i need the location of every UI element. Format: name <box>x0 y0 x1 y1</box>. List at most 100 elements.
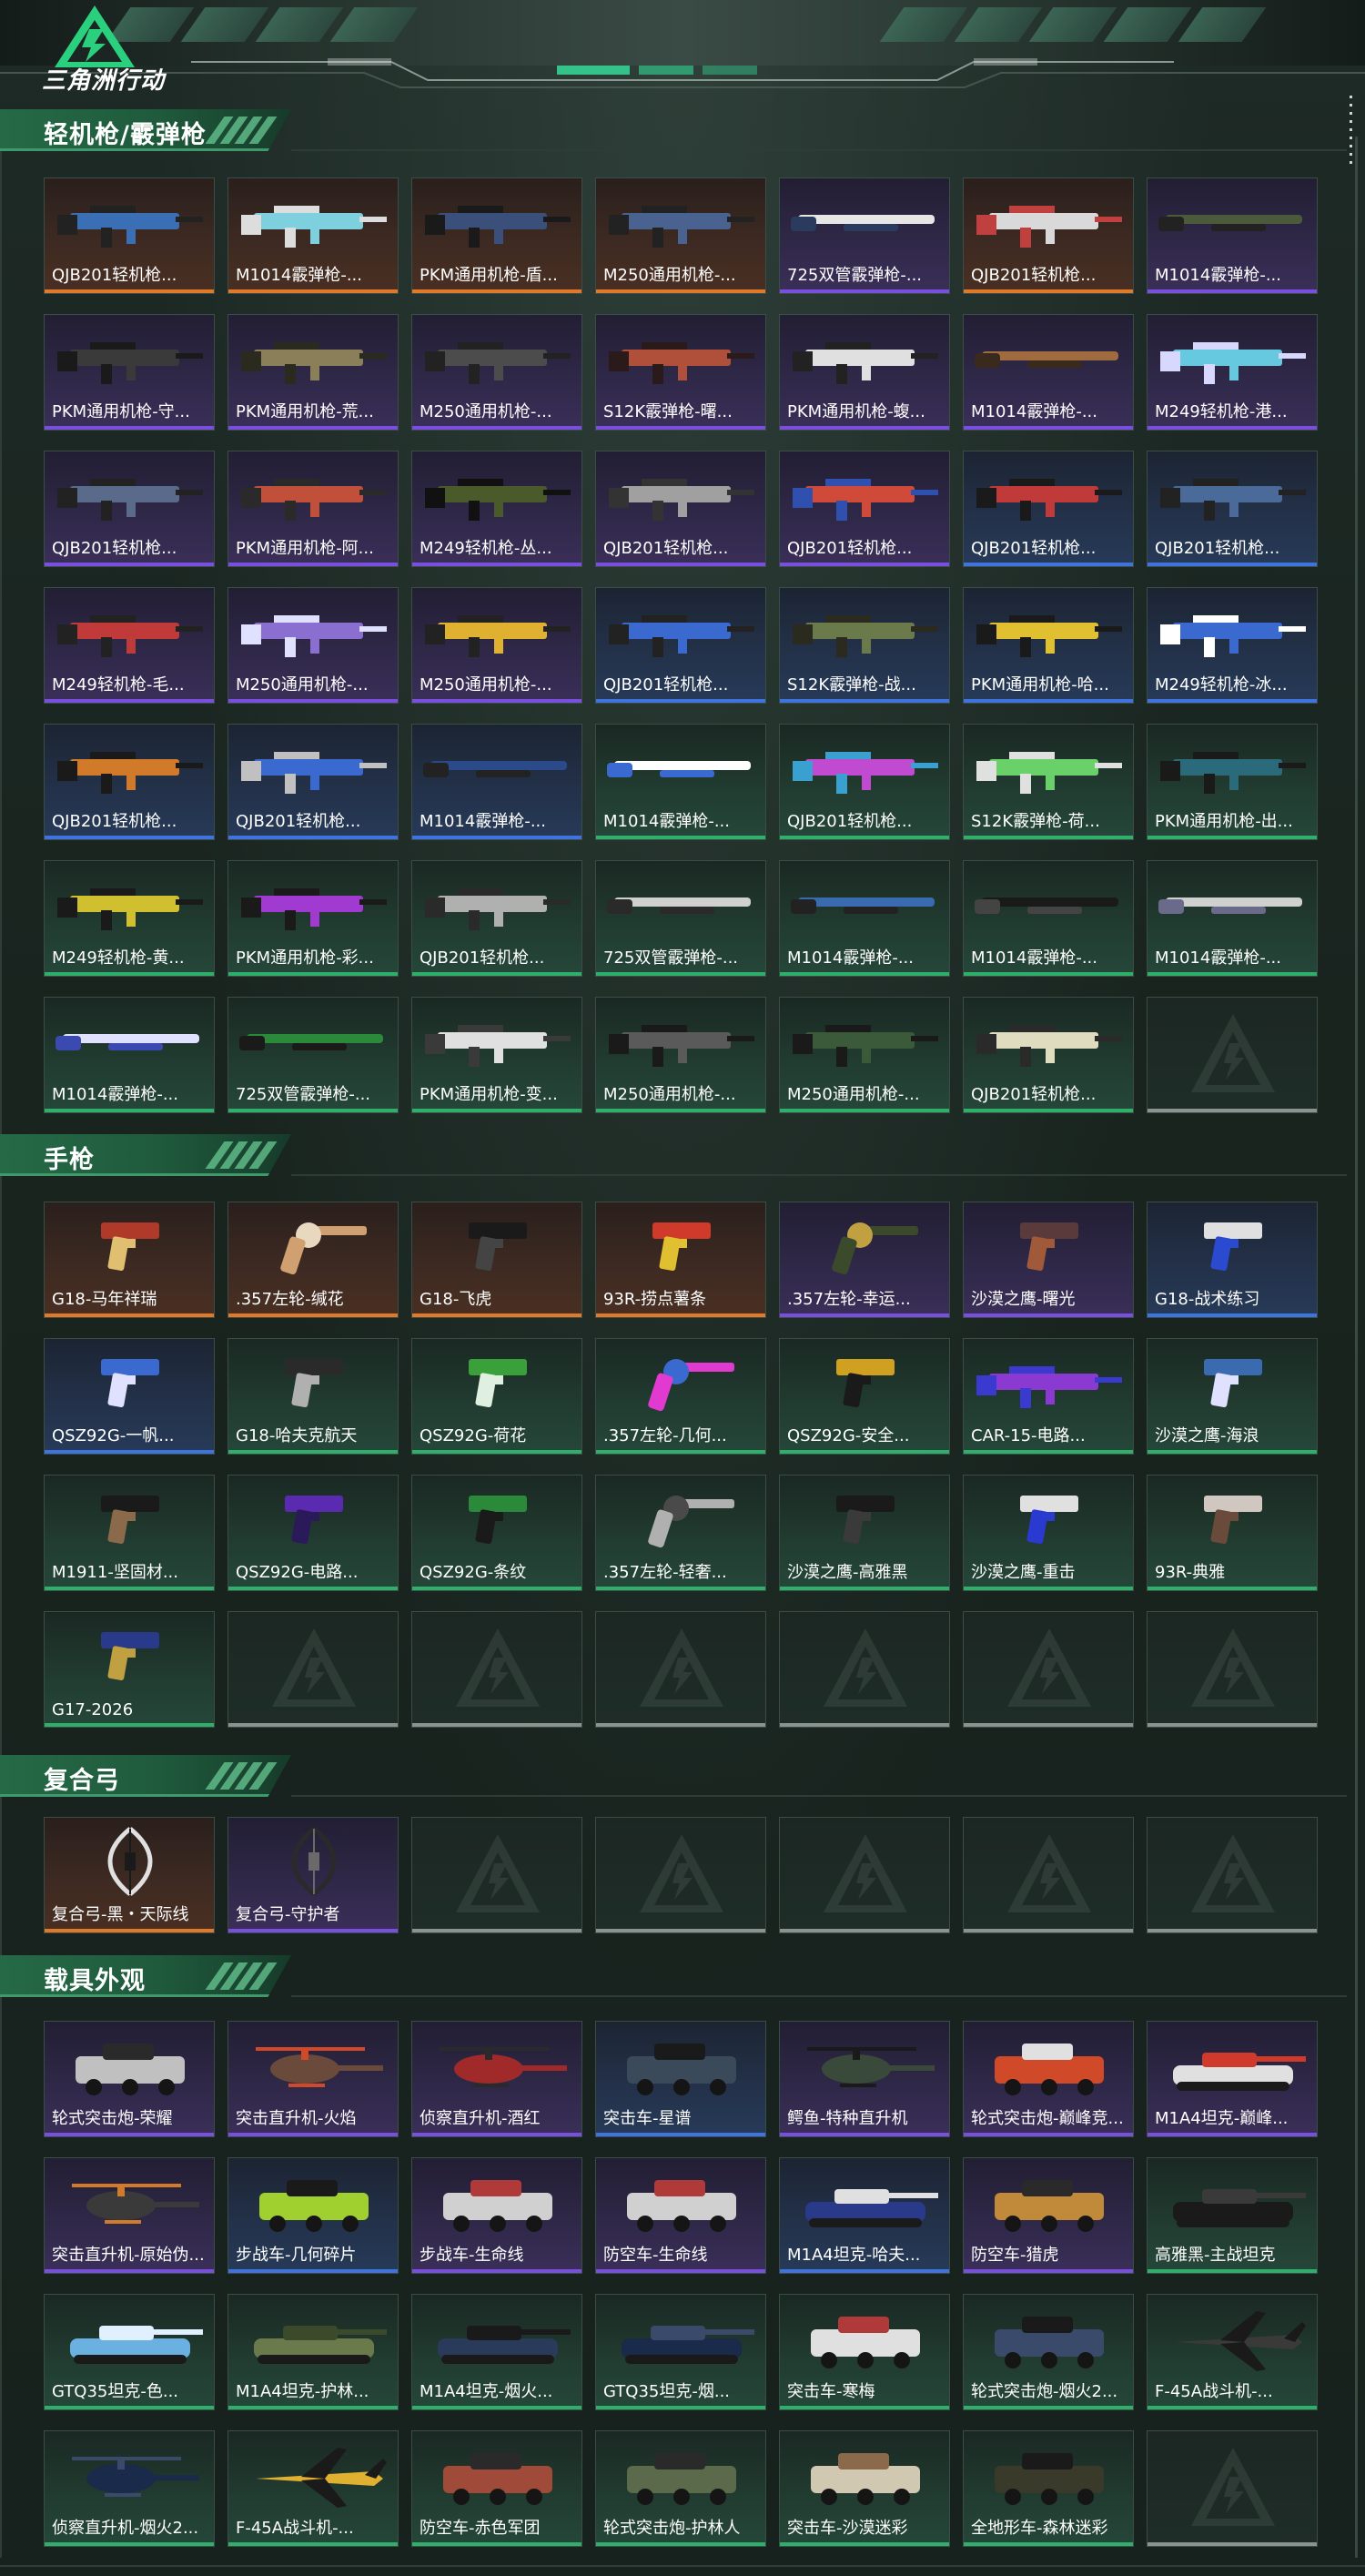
skin-card[interactable]: G18-哈夫克航天 <box>228 1338 399 1455</box>
skin-card[interactable]: 沙漠之鹰-重击 <box>963 1475 1134 1591</box>
skin-card[interactable]: .357左轮-几何... <box>595 1338 766 1455</box>
skin-card[interactable]: QJB201轻机枪... <box>963 177 1134 294</box>
skin-card[interactable]: QJB201轻机枪... <box>411 860 582 977</box>
skin-card[interactable]: 轮式突击炮-荣耀 <box>44 2021 215 2137</box>
skin-card[interactable]: .357左轮-幸运... <box>779 1202 950 1318</box>
skin-card[interactable]: QSZ92G-一帆... <box>44 1338 215 1455</box>
skin-card[interactable]: 全地形车-森林迷彩 <box>963 2430 1134 2547</box>
skin-card[interactable]: M1A4坦克-哈夫... <box>779 2157 950 2274</box>
skin-card[interactable]: S12K霰弹枪-荷... <box>963 724 1134 840</box>
skin-card[interactable]: 突击直升机-火焰 <box>228 2021 399 2137</box>
skin-card[interactable]: M249轻机枪-港... <box>1147 314 1318 431</box>
skin-card[interactable]: 突击车-沙漠迷彩 <box>779 2430 950 2547</box>
skin-card[interactable]: 侦察直升机-烟火2... <box>44 2430 215 2547</box>
scrollbar-indicator[interactable] <box>1347 96 1354 168</box>
skin-card[interactable]: CAR-15-电路... <box>963 1338 1134 1455</box>
skin-card[interactable]: M250通用机枪-... <box>595 997 766 1113</box>
skin-card[interactable]: S12K霰弹枪-曙... <box>595 314 766 431</box>
skin-card[interactable]: G18-战术练习 <box>1147 1202 1318 1318</box>
skin-card[interactable]: QSZ92G-安全... <box>779 1338 950 1455</box>
skin-card[interactable]: 93R-典雅 <box>1147 1475 1318 1591</box>
skin-card[interactable]: QJB201轻机枪... <box>779 451 950 567</box>
skin-card[interactable]: QJB201轻机枪... <box>595 587 766 704</box>
skin-card[interactable]: QSZ92G-荷花 <box>411 1338 582 1455</box>
skin-card[interactable]: M249轻机枪-丛... <box>411 451 582 567</box>
skin-card[interactable]: M250通用机枪-... <box>595 177 766 294</box>
skin-card[interactable]: QJB201轻机枪... <box>44 451 215 567</box>
skin-card[interactable]: 沙漠之鹰-曙光 <box>963 1202 1134 1318</box>
skin-card[interactable]: 725双管霰弹枪-... <box>779 177 950 294</box>
skin-card[interactable]: 沙漠之鹰-海浪 <box>1147 1338 1318 1455</box>
skin-card[interactable]: PKM通用机枪-变... <box>411 997 582 1113</box>
skin-card[interactable]: GTQ35坦克-色... <box>44 2294 215 2410</box>
skin-card[interactable]: QJB201轻机枪... <box>595 451 766 567</box>
skin-card[interactable]: 轮式突击炮-烟火2... <box>963 2294 1134 2410</box>
skin-card[interactable]: 突击车-寒梅 <box>779 2294 950 2410</box>
skin-card[interactable]: M249轻机枪-毛... <box>44 587 215 704</box>
skin-card[interactable]: QSZ92G-条纹 <box>411 1475 582 1591</box>
skin-card[interactable]: M250通用机枪-... <box>411 314 582 431</box>
skin-card[interactable]: 725双管霰弹枪-... <box>595 860 766 977</box>
skin-card[interactable]: QJB201轻机枪... <box>779 724 950 840</box>
skin-card[interactable]: F-45A战斗机-... <box>228 2430 399 2547</box>
skin-card[interactable]: G17-2026 <box>44 1611 215 1728</box>
skin-card[interactable]: M1A4坦克-烟火... <box>411 2294 582 2410</box>
skin-card[interactable]: QJB201轻机枪... <box>963 997 1134 1113</box>
skin-card[interactable]: PKM通用机枪-哈... <box>963 587 1134 704</box>
skin-card[interactable]: 725双管霰弹枪-... <box>228 997 399 1113</box>
skin-card[interactable]: PKM通用机枪-彩... <box>228 860 399 977</box>
skin-card[interactable]: QJB201轻机枪... <box>44 177 215 294</box>
skin-card[interactable]: PKM通用机枪-荒... <box>228 314 399 431</box>
skin-card[interactable]: 高雅黑-主战坦克 <box>1147 2157 1318 2274</box>
skin-card[interactable]: 复合弓-黑・天际线 <box>44 1817 215 1933</box>
skin-card[interactable]: F-45A战斗机-... <box>1147 2294 1318 2410</box>
skin-card[interactable]: M1014霰弹枪-... <box>228 177 399 294</box>
skin-card[interactable]: M249轻机枪-黄... <box>44 860 215 977</box>
skin-card[interactable]: QJB201轻机枪... <box>963 451 1134 567</box>
skin-card[interactable]: 防空车-赤色军团 <box>411 2430 582 2547</box>
skin-card[interactable]: QJB201轻机枪... <box>1147 451 1318 567</box>
skin-card[interactable]: M1014霰弹枪-... <box>595 724 766 840</box>
skin-card[interactable]: 侦察直升机-酒红 <box>411 2021 582 2137</box>
skin-card[interactable]: M250通用机枪-... <box>411 587 582 704</box>
skin-card[interactable]: G18-马年祥瑞 <box>44 1202 215 1318</box>
skin-card[interactable]: .357左轮-轻奢... <box>595 1475 766 1591</box>
skin-card[interactable]: 鳄鱼-特种直升机 <box>779 2021 950 2137</box>
skin-card[interactable]: 轮式突击炮-巅峰竞... <box>963 2021 1134 2137</box>
skin-card[interactable]: 复合弓-守护者 <box>228 1817 399 1933</box>
skin-card[interactable]: M1014霰弹枪-... <box>963 860 1134 977</box>
skin-card[interactable]: M1014霰弹枪-... <box>44 997 215 1113</box>
skin-card[interactable]: M1014霰弹枪-... <box>1147 860 1318 977</box>
skin-card[interactable]: M1911-坚固材... <box>44 1475 215 1591</box>
skin-card[interactable]: QJB201轻机枪... <box>228 724 399 840</box>
skin-card[interactable]: 步战车-生命线 <box>411 2157 582 2274</box>
skin-card[interactable]: 防空车-生命线 <box>595 2157 766 2274</box>
skin-card[interactable]: QSZ92G-电路... <box>228 1475 399 1591</box>
skin-card[interactable]: QJB201轻机枪... <box>44 724 215 840</box>
skin-card[interactable]: M249轻机枪-冰... <box>1147 587 1318 704</box>
skin-card[interactable]: G18-飞虎 <box>411 1202 582 1318</box>
skin-card[interactable]: .357左轮-缄花 <box>228 1202 399 1318</box>
skin-card[interactable]: M1014霰弹枪-... <box>779 860 950 977</box>
skin-card[interactable]: M1A4坦克-护林... <box>228 2294 399 2410</box>
skin-card[interactable]: 突击车-星谱 <box>595 2021 766 2137</box>
skin-card[interactable]: M250通用机枪-... <box>228 587 399 704</box>
skin-card[interactable]: 沙漠之鹰-高雅黑 <box>779 1475 950 1591</box>
skin-card[interactable]: M1014霰弹枪-... <box>1147 177 1318 294</box>
skin-card[interactable]: M1014霰弹枪-... <box>411 724 582 840</box>
skin-card[interactable]: 突击直升机-原始伪... <box>44 2157 215 2274</box>
skin-card[interactable]: PKM通用机枪-盾... <box>411 177 582 294</box>
skin-card[interactable]: 步战车-几何碎片 <box>228 2157 399 2274</box>
skin-card[interactable]: 轮式突击炮-护林人 <box>595 2430 766 2547</box>
skin-card[interactable]: M1A4坦克-巅峰... <box>1147 2021 1318 2137</box>
skin-card[interactable]: PKM通用机枪-守... <box>44 314 215 431</box>
skin-card[interactable]: PKM通用机枪-阿... <box>228 451 399 567</box>
skin-card[interactable]: M250通用机枪-... <box>779 997 950 1113</box>
skin-card[interactable]: PKM通用机枪-出... <box>1147 724 1318 840</box>
skin-card[interactable]: GTQ35坦克-烟... <box>595 2294 766 2410</box>
skin-card[interactable]: M1014霰弹枪-... <box>963 314 1134 431</box>
skin-card[interactable]: PKM通用机枪-蝮... <box>779 314 950 431</box>
skin-card[interactable]: 93R-捞点薯条 <box>595 1202 766 1318</box>
skin-card[interactable]: 防空车-猎虎 <box>963 2157 1134 2274</box>
skin-card[interactable]: S12K霰弹枪-战... <box>779 587 950 704</box>
